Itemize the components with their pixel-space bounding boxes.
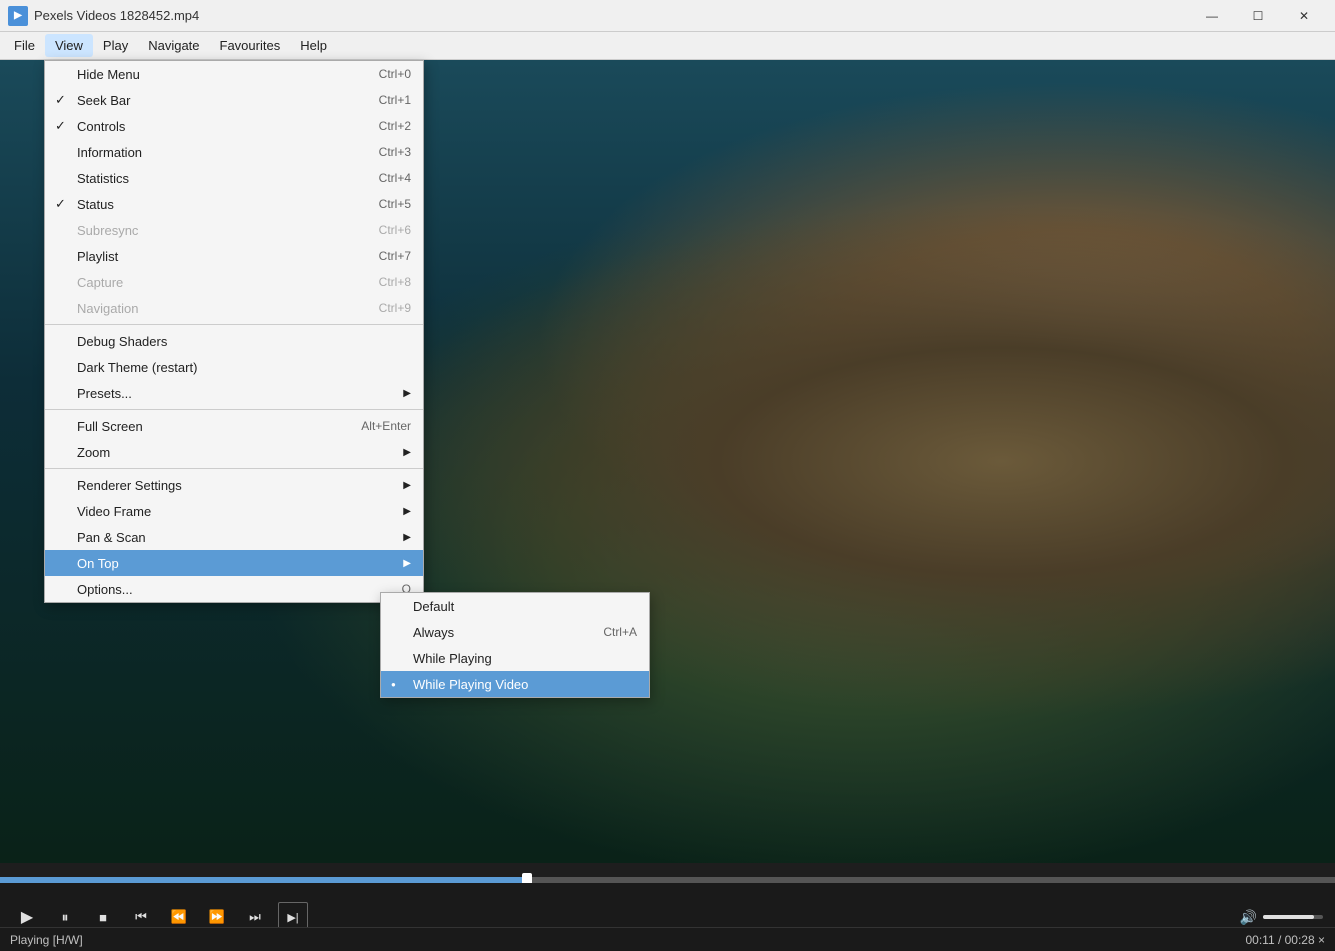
volume-fill: [1263, 915, 1314, 919]
volume-control: 🔊: [1240, 909, 1323, 926]
menu-full-screen[interactable]: Full Screen Alt+Enter: [45, 413, 423, 439]
menu-zoom[interactable]: Zoom ▶: [45, 439, 423, 465]
menu-debug-shaders[interactable]: Debug Shaders: [45, 328, 423, 354]
menu-favourites[interactable]: Favourites: [210, 34, 291, 57]
submenu-while-playing[interactable]: While Playing: [381, 645, 649, 671]
menu-information[interactable]: Information Ctrl+3: [45, 139, 423, 165]
separator-2: [45, 409, 423, 410]
menu-navigate[interactable]: Navigate: [138, 34, 209, 57]
menu-video-frame[interactable]: Video Frame ▶: [45, 498, 423, 524]
window-controls: — ☐ ✕: [1189, 0, 1327, 32]
view-menu: Hide Menu Ctrl+0 Seek Bar Ctrl+1 Control…: [44, 60, 424, 603]
menu-status[interactable]: Status Ctrl+5: [45, 191, 423, 217]
separator-3: [45, 468, 423, 469]
controls-bar: ▶ ⏸ ■ ⏮ ⏪ ⏩ ⏭ ▶| 🔊 Playing [H/W] 00:11 /…: [0, 883, 1335, 951]
status-left: Playing [H/W]: [10, 933, 83, 947]
menu-seek-bar[interactable]: Seek Bar Ctrl+1: [45, 87, 423, 113]
menu-view[interactable]: View: [45, 34, 93, 57]
status-bar: Playing [H/W] 00:11 / 00:28 ×: [0, 927, 1335, 951]
menu-controls[interactable]: Controls Ctrl+2: [45, 113, 423, 139]
close-button[interactable]: ✕: [1281, 0, 1327, 32]
menu-dark-theme[interactable]: Dark Theme (restart): [45, 354, 423, 380]
volume-icon: 🔊: [1240, 909, 1257, 926]
app-icon: ▶: [8, 6, 28, 26]
submenu-always[interactable]: Always Ctrl+A: [381, 619, 649, 645]
menu-pan-scan[interactable]: Pan & Scan ▶: [45, 524, 423, 550]
menu-presets[interactable]: Presets... ▶: [45, 380, 423, 406]
menu-options[interactable]: Options... O: [45, 576, 423, 602]
menu-playlist[interactable]: Playlist Ctrl+7: [45, 243, 423, 269]
menu-file[interactable]: File: [4, 34, 45, 57]
menu-play[interactable]: Play: [93, 34, 138, 57]
menu-statistics[interactable]: Statistics Ctrl+4: [45, 165, 423, 191]
submenu-default[interactable]: Default: [381, 593, 649, 619]
menu-renderer-settings[interactable]: Renderer Settings ▶: [45, 472, 423, 498]
volume-slider[interactable]: [1263, 915, 1323, 919]
menu-hide-menu[interactable]: Hide Menu Ctrl+0: [45, 61, 423, 87]
menu-subresync: Subresync Ctrl+6: [45, 217, 423, 243]
separator-1: [45, 324, 423, 325]
menu-navigation: Navigation Ctrl+9: [45, 295, 423, 321]
maximize-button[interactable]: ☐: [1235, 0, 1281, 32]
minimize-button[interactable]: —: [1189, 0, 1235, 32]
title-text: Pexels Videos 1828452.mp4: [34, 8, 1189, 23]
menu-on-top[interactable]: On Top ▶: [45, 550, 423, 576]
on-top-submenu: Default Always Ctrl+A While Playing Whil…: [380, 592, 650, 698]
menu-help[interactable]: Help: [290, 34, 337, 57]
status-right: 00:11 / 00:28 ×: [1245, 933, 1325, 947]
menu-capture: Capture Ctrl+8: [45, 269, 423, 295]
submenu-while-playing-video[interactable]: While Playing Video: [381, 671, 649, 697]
menu-bar: File View Play Navigate Favourites Help: [0, 32, 1335, 60]
title-bar: ▶ Pexels Videos 1828452.mp4 — ☐ ✕: [0, 0, 1335, 32]
